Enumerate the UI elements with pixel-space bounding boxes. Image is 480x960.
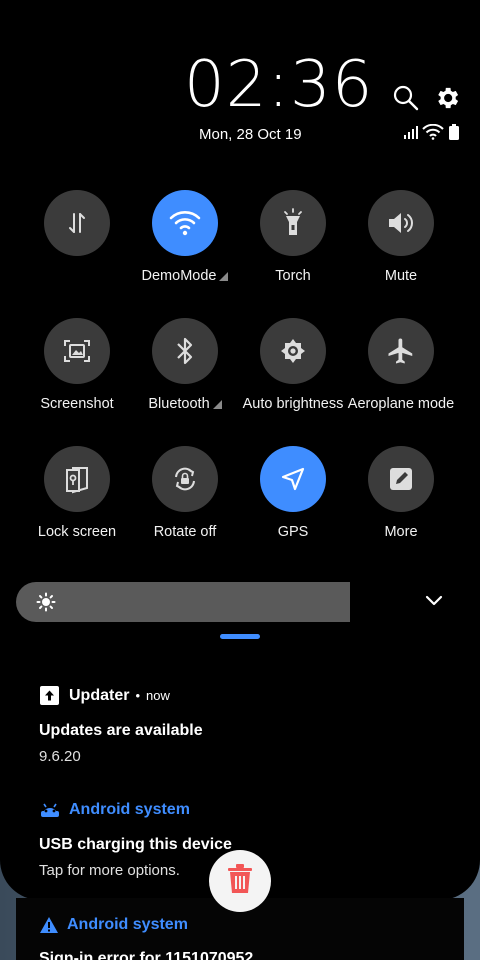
brightness-icon bbox=[36, 592, 56, 617]
quick-setting-tile-mute[interactable]: Mute bbox=[347, 190, 455, 284]
status-icons bbox=[403, 124, 460, 140]
tile-label: Rotate off bbox=[131, 524, 239, 540]
quick-setting-tile-mobile-data[interactable] bbox=[23, 190, 131, 256]
signal-icon bbox=[404, 126, 418, 139]
quick-setting-tile-gps[interactable]: GPS bbox=[239, 446, 347, 540]
submenu-indicator-icon[interactable] bbox=[212, 400, 222, 409]
tile-label: Auto brightness bbox=[239, 396, 347, 412]
tile-label-text: Aeroplane mode bbox=[347, 396, 455, 412]
notification-header: Android system bbox=[39, 916, 188, 934]
wifi-status-icon bbox=[422, 124, 444, 140]
airplane-icon[interactable] bbox=[368, 318, 434, 384]
data-transfer-icon[interactable] bbox=[44, 190, 110, 256]
quick-setting-tile-aeroplane-mode[interactable]: Aeroplane mode bbox=[347, 318, 455, 412]
notification-header: Android system bbox=[39, 801, 190, 819]
tile-label: GPS bbox=[239, 524, 347, 540]
tile-label: Torch bbox=[239, 268, 347, 284]
notification-time: now bbox=[146, 688, 170, 703]
gear-icon[interactable] bbox=[432, 83, 462, 113]
trash-icon bbox=[225, 863, 255, 900]
tile-label-text: Mute bbox=[384, 268, 418, 284]
notification-title: Sign-in error for 1151070952 bbox=[39, 950, 254, 960]
auto-brightness-icon[interactable] bbox=[260, 318, 326, 384]
tile-label: More bbox=[347, 524, 455, 540]
notification-app-name: Android system bbox=[67, 916, 188, 933]
tile-label: Mute bbox=[347, 268, 455, 284]
tile-label: Bluetooth bbox=[131, 396, 239, 412]
tile-label: Screenshot bbox=[23, 396, 131, 412]
chevron-down-icon[interactable] bbox=[424, 594, 444, 613]
quick-setting-tile-screenshot[interactable]: Screenshot bbox=[23, 318, 131, 412]
notification-app-name: Updater bbox=[69, 686, 130, 704]
tile-label-text: Rotate off bbox=[153, 524, 217, 540]
tile-label-text: GPS bbox=[277, 524, 309, 540]
search-icon[interactable] bbox=[391, 83, 421, 113]
clear-notifications-button[interactable] bbox=[209, 850, 271, 912]
volume-icon[interactable] bbox=[368, 190, 434, 256]
edit-icon[interactable] bbox=[368, 446, 434, 512]
notification-title: USB charging this device bbox=[39, 836, 232, 853]
tile-label-text: More bbox=[384, 524, 418, 540]
notification-title: Updates are available bbox=[39, 722, 203, 739]
battery-icon bbox=[449, 124, 459, 140]
quick-setting-tile-more[interactable]: More bbox=[347, 446, 455, 540]
rotate-lock-icon[interactable] bbox=[152, 446, 218, 512]
torch-icon[interactable] bbox=[260, 190, 326, 256]
date: Mon, 28 Oct 19 bbox=[199, 126, 302, 143]
tile-label-text: Lock screen bbox=[37, 524, 117, 540]
notification-text: Tap for more options. bbox=[39, 862, 180, 879]
quick-setting-tile-auto-brightness[interactable]: Auto brightness bbox=[239, 318, 347, 412]
tile-label-text: Auto brightness bbox=[242, 396, 344, 412]
lock-screen-icon[interactable] bbox=[44, 446, 110, 512]
tile-label-text: Screenshot bbox=[40, 396, 114, 412]
quick-setting-tile-demomode[interactable]: DemoMode bbox=[131, 190, 239, 284]
warning-icon bbox=[39, 916, 59, 934]
gps-icon[interactable] bbox=[260, 446, 326, 512]
quick-setting-tile-lock-screen[interactable]: Lock screen bbox=[23, 446, 131, 540]
tile-label: Lock screen bbox=[23, 524, 131, 540]
clock: 02:36 bbox=[184, 48, 374, 122]
tile-label: Aeroplane mode bbox=[347, 396, 455, 412]
wifi-icon[interactable] bbox=[152, 190, 218, 256]
bluetooth-icon[interactable] bbox=[152, 318, 218, 384]
upload-icon bbox=[40, 686, 59, 705]
drag-handle[interactable] bbox=[220, 634, 260, 639]
quick-setting-tile-bluetooth[interactable]: Bluetooth bbox=[131, 318, 239, 412]
notification-app-name: Android system bbox=[69, 801, 190, 818]
notification-header: Updater • now bbox=[40, 686, 170, 705]
tile-label-text: Bluetooth bbox=[148, 396, 210, 412]
android-icon bbox=[39, 802, 61, 818]
notification-text: 9.6.20 bbox=[39, 748, 81, 765]
tile-label: DemoMode bbox=[131, 268, 239, 284]
brightness-slider[interactable] bbox=[16, 582, 350, 622]
tile-label-text: Torch bbox=[275, 268, 311, 284]
tile-label-text: DemoMode bbox=[141, 268, 217, 284]
screenshot-icon[interactable] bbox=[44, 318, 110, 384]
submenu-indicator-icon[interactable] bbox=[219, 272, 229, 281]
quick-setting-tile-rotate-off[interactable]: Rotate off bbox=[131, 446, 239, 540]
quick-setting-tile-torch[interactable]: Torch bbox=[239, 190, 347, 284]
